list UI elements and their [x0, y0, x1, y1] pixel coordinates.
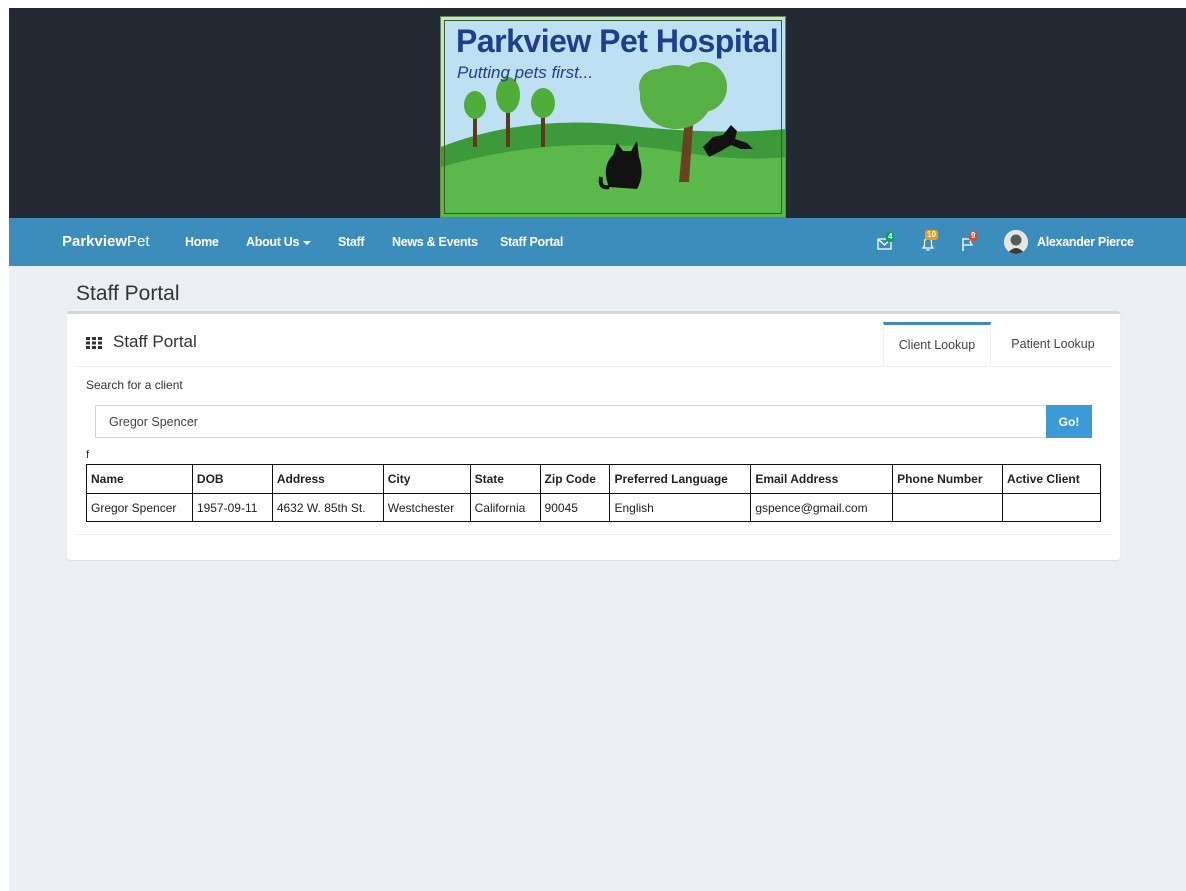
column-header: Phone Number — [892, 464, 1004, 494]
caret-down-icon — [303, 240, 312, 245]
cell-address: 4632 W. 85th St. — [271, 493, 384, 522]
column-header: Name — [86, 464, 193, 494]
user-name: Alexander Pierce — [1037, 235, 1134, 249]
grid-icon — [86, 337, 102, 349]
table-row[interactable]: Gregor Spencer 1957-09-11 4632 W. 85th S… — [86, 493, 1101, 522]
nav-home[interactable]: Home — [185, 235, 219, 249]
column-header: Email Address — [750, 464, 894, 494]
cell-email: gspence@gmail.com — [750, 493, 894, 522]
cell-state: California — [469, 493, 541, 522]
cell-active — [1002, 493, 1101, 522]
column-header: Active Client — [1002, 464, 1101, 494]
navbar-brand[interactable]: ParkviewPet — [62, 233, 150, 250]
box-header: Staff Portal Client Lookup Patient Looku… — [67, 314, 1120, 366]
brand-bold: Parkview — [62, 233, 128, 250]
cell-name: Gregor Spencer — [86, 493, 193, 522]
tab-divider — [75, 366, 1112, 367]
cell-zip: 90045 — [539, 493, 611, 522]
tab-patient-lookup[interactable]: Patient Lookup — [997, 322, 1109, 366]
box-title: Staff Portal — [113, 332, 197, 351]
staff-portal-box: Staff Portal Client Lookup Patient Looku… — [67, 311, 1120, 560]
messages-menu[interactable]: 4 — [875, 232, 895, 251]
column-header: Zip Code — [539, 464, 611, 494]
cell-phone — [892, 493, 1004, 522]
cell-city: Westchester — [382, 493, 471, 522]
table-header-row: Name DOB Address City State Zip Code Pre… — [86, 464, 1101, 494]
client-results-table: Name DOB Address City State Zip Code Pre… — [86, 464, 1101, 522]
nav-staff-portal[interactable]: Staff Portal — [500, 235, 563, 249]
column-header: DOB — [191, 464, 273, 494]
column-header: State — [469, 464, 541, 494]
cell-language: English — [609, 493, 752, 522]
tab-client-lookup[interactable]: Client Lookup — [883, 322, 991, 366]
column-header: City — [382, 464, 471, 494]
messages-count-badge: 4 — [886, 232, 895, 242]
main-navbar: ParkviewPet Home About Us Staff News & E… — [9, 218, 1186, 266]
user-avatar-icon — [1004, 230, 1028, 254]
column-header: Preferred Language — [609, 464, 752, 494]
hospital-logo[interactable]: Parkview Pet Hospital Putting pets first… — [440, 16, 786, 218]
box-footer-divider — [75, 534, 1112, 535]
nav-news-events[interactable]: News & Events — [392, 235, 478, 249]
tasks-menu[interactable]: 9 — [960, 231, 980, 251]
brand-light: Pet — [127, 233, 150, 250]
go-button[interactable]: Go! — [1046, 405, 1092, 438]
logo-tagline: Putting pets first... — [457, 63, 594, 82]
page-title: Staff Portal — [76, 282, 180, 305]
tasks-count-badge: 9 — [969, 231, 978, 241]
notifications-count-badge: 10 — [925, 230, 938, 240]
notifications-menu[interactable]: 10 — [920, 230, 940, 251]
nav-about-us[interactable]: About Us — [246, 235, 312, 249]
stray-text: f — [86, 449, 90, 461]
column-header: Address — [271, 464, 384, 494]
client-search-input[interactable] — [95, 405, 1047, 438]
search-label: Search for a client — [86, 378, 183, 392]
avatar — [1004, 230, 1028, 254]
header-banner: Parkview Pet Hospital Putting pets first… — [9, 8, 1186, 218]
nav-staff[interactable]: Staff — [338, 235, 365, 249]
logo-title: Parkview Pet Hospital — [456, 23, 779, 59]
cell-dob: 1957-09-11 — [191, 493, 273, 522]
nav-about-us-label: About Us — [246, 235, 300, 249]
